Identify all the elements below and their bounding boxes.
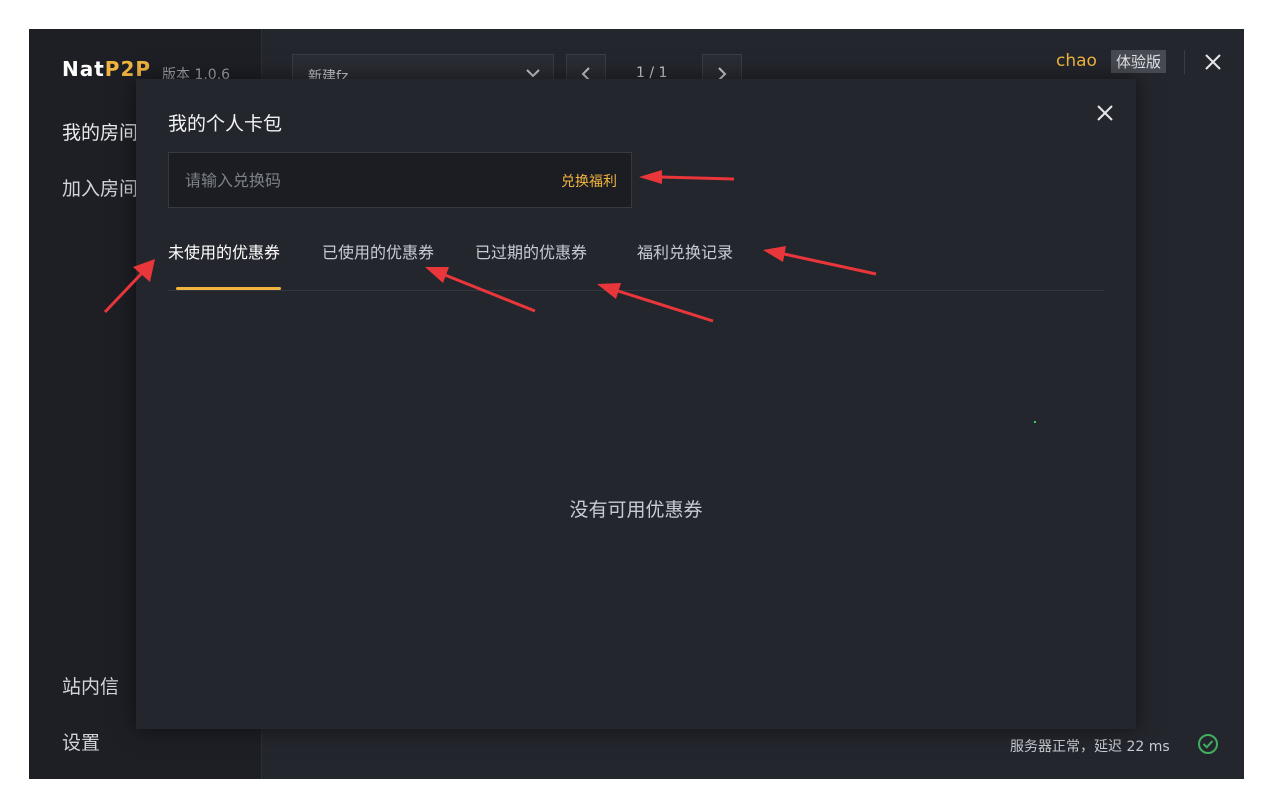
annotation-arrow-expired-tab	[597, 283, 714, 323]
annotation-arrow-unused-tab	[103, 259, 155, 314]
annotation-arrow-history-tab	[763, 246, 877, 276]
annotation-arrow-redeem	[639, 170, 735, 184]
annotation-arrow-used-tab	[425, 267, 536, 313]
annotation-arrows	[103, 170, 877, 323]
